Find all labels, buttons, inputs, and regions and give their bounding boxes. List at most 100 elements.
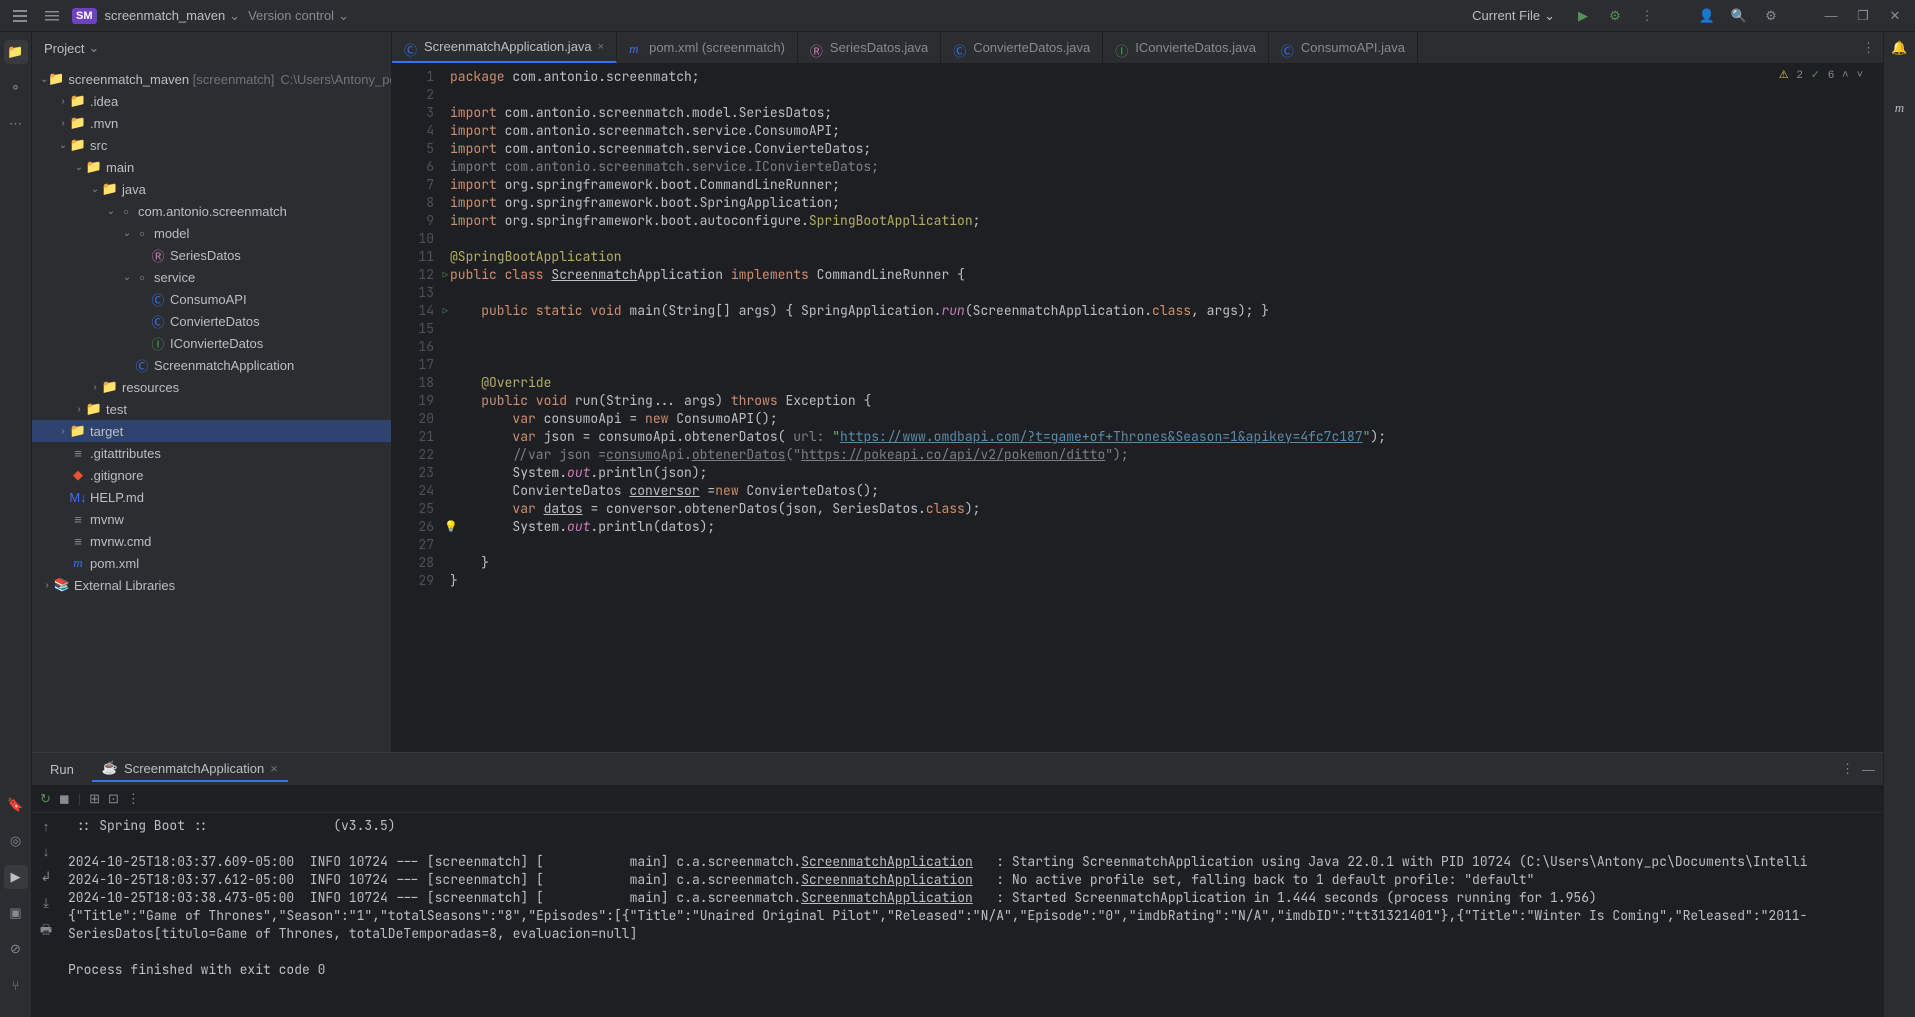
tree-arrow-icon[interactable]: › [72,404,86,415]
console-output[interactable]: :: Spring Boot :: (v3.3.5) 2024-10-25T18… [60,813,1883,1017]
tree-arrow-icon[interactable]: ⌄ [120,272,134,283]
tree-item[interactable]: ≡.gitattributes [32,442,391,464]
more-tools-icon[interactable]: ⋯ [4,112,28,136]
tree-arrow-icon[interactable]: › [88,382,102,393]
tree-item[interactable]: ⌄📁screenmatch_maven [screenmatch]C:\User… [32,68,391,90]
close-icon[interactable]: × [598,41,604,53]
tree-item[interactable]: ›📚External Libraries [32,574,391,596]
bookmarks-icon[interactable]: 🔖 [4,793,28,817]
tree-arrow-icon[interactable]: ⌄ [56,140,70,151]
vcs-dropdown[interactable]: Version control ⌄ [248,8,349,24]
close-icon[interactable]: ✕ [1883,4,1907,28]
tree-item[interactable]: ⒾIConvierteDatos [32,332,391,354]
settings-icon[interactable]: ⚙ [1759,4,1783,28]
layout-icon[interactable]: ⊞ [89,791,100,807]
tree-item[interactable]: ≡mvnw.cmd [32,530,391,552]
tree-arrow-icon[interactable]: › [56,426,70,437]
project-tool-icon[interactable]: 📁 [4,40,28,64]
tree-label: main [106,160,134,175]
inspection-status[interactable]: ⚠2 ✓6 ˄ ˅ [1779,68,1863,81]
up-icon[interactable]: ↑ [43,819,50,834]
structure-tool-icon[interactable]: ⚬ [4,76,28,100]
tree-arrow-icon[interactable]: ⌄ [120,228,134,239]
tree-item[interactable]: ⒸScreenmatchApplication [32,354,391,376]
tree-item[interactable]: ⌄▫service [32,266,391,288]
tree-item[interactable]: ◆.gitignore [32,464,391,486]
folder-src-icon: 📁 [70,137,86,153]
search-icon[interactable]: 🔍 [1727,4,1751,28]
tree-item[interactable]: ⌄📁main [32,156,391,178]
more-icon[interactable]: ⋮ [1841,761,1854,777]
terminal-icon[interactable]: ▣ [4,901,28,925]
tree-item[interactable]: ›📁test [32,398,391,420]
minimize-icon[interactable]: — [1819,4,1843,28]
editor-tab[interactable]: ⒸConvierteDatos.java [941,32,1103,63]
editor-tab[interactable]: ⓇSeriesDatos.java [798,32,941,63]
tree-item[interactable]: ›📁.idea [32,90,391,112]
project-dropdown[interactable]: screenmatch_maven ⌄ [105,8,241,24]
scroll-icon[interactable]: ⤓ [43,895,49,911]
tree-arrow-icon[interactable]: › [40,580,54,591]
tree-item[interactable]: ›📁resources [32,376,391,398]
close-icon[interactable]: × [270,761,278,776]
run-config-dropdown[interactable]: Current File ⌄ [1464,6,1563,26]
notifications-icon[interactable]: 🔔 [1891,40,1907,56]
editor-tab[interactable]: ⒸScreenmatchApplication.java× [392,32,617,63]
tree-arrow-icon[interactable]: ⌄ [104,206,118,217]
tree-label: mvnw.cmd [90,534,151,549]
down-icon[interactable]: ↓ [43,844,50,859]
editor-tab[interactable]: ⒾIConvierteDatos.java [1103,32,1269,63]
more-icon[interactable]: ⋮ [1635,4,1659,28]
maven-tool-icon[interactable]: m [1895,100,1904,116]
bulb-icon[interactable]: 💡 [444,518,458,536]
editor-tab[interactable]: ⒸConsumoAPI.java [1269,32,1418,63]
tree-item[interactable]: ⌄📁src [32,134,391,156]
project-panel-header[interactable]: Project ⌄ [32,32,391,64]
chevron-up-icon[interactable]: ˄ [1842,69,1848,81]
folder-test-icon: 📁 [86,401,102,417]
tree-item[interactable]: ≡mvnw [32,508,391,530]
editor-tab[interactable]: mpom.xml (screenmatch) [617,32,798,63]
more-icon[interactable]: ⋮ [1862,40,1875,56]
tree-item[interactable]: M↓HELP.md [32,486,391,508]
maximize-icon[interactable]: ❐ [1851,4,1875,28]
debug-icon[interactable]: ⚙ [1603,4,1627,28]
run-icon[interactable]: ▶ [1571,4,1595,28]
editor-code[interactable]: package com.antonio.screenmatch; import … [442,64,1883,752]
filter-icon[interactable]: ⊡ [108,791,119,807]
wrap-icon[interactable]: ↲ [41,869,52,885]
tab-label: ScreenmatchApplication.java [424,39,592,54]
tree-arrow-icon[interactable]: ⌄ [72,162,86,173]
project-panel: Project ⌄ ⌄📁screenmatch_maven [screenmat… [32,32,392,752]
tree-item[interactable]: ⌄▫com.antonio.screenmatch [32,200,391,222]
rerun-icon[interactable]: ↻ [40,791,51,807]
code-with-me-icon[interactable]: 👤 [1695,4,1719,28]
tree-arrow-icon[interactable]: ⌄ [88,184,102,195]
tree-item[interactable]: ⒸConsumoAPI [32,288,391,310]
app-menu-icon[interactable] [8,4,32,28]
tree-item[interactable]: ⌄▫model [32,222,391,244]
run-config-tab[interactable]: ☕ ScreenmatchApplication × [92,756,288,782]
tree-label: SeriesDatos [170,248,241,263]
stop-icon[interactable]: ◼ [59,791,70,807]
tree-item[interactable]: ›📁.mvn [32,112,391,134]
minimize-panel-icon[interactable]: — [1862,762,1875,777]
tree-arrow-icon[interactable]: ⌄ [40,74,48,85]
more-icon[interactable]: ⋮ [127,791,140,807]
chevron-down-icon[interactable]: ˅ [1857,69,1863,81]
debug-tool-icon[interactable]: ◎ [4,829,28,853]
hamburger-icon[interactable] [40,4,64,28]
run-tab[interactable]: Run [40,758,84,781]
tree-item[interactable]: mpom.xml [32,552,391,574]
tree-item[interactable]: ⒸConvierteDatos [32,310,391,332]
tree-arrow-icon[interactable]: › [56,96,70,107]
git-icon[interactable]: ⑂ [4,973,28,997]
problems-icon[interactable]: ⊘ [4,937,28,961]
tree-arrow-icon[interactable]: › [56,118,70,129]
tab-label: pom.xml (screenmatch) [649,40,785,55]
run-tool-icon[interactable]: ▶ [4,865,28,889]
tree-item[interactable]: ⓇSeriesDatos [32,244,391,266]
tree-item[interactable]: ⌄📁java [32,178,391,200]
tree-item[interactable]: ›📁target [32,420,391,442]
print-icon[interactable]: 🖶 [40,921,52,943]
